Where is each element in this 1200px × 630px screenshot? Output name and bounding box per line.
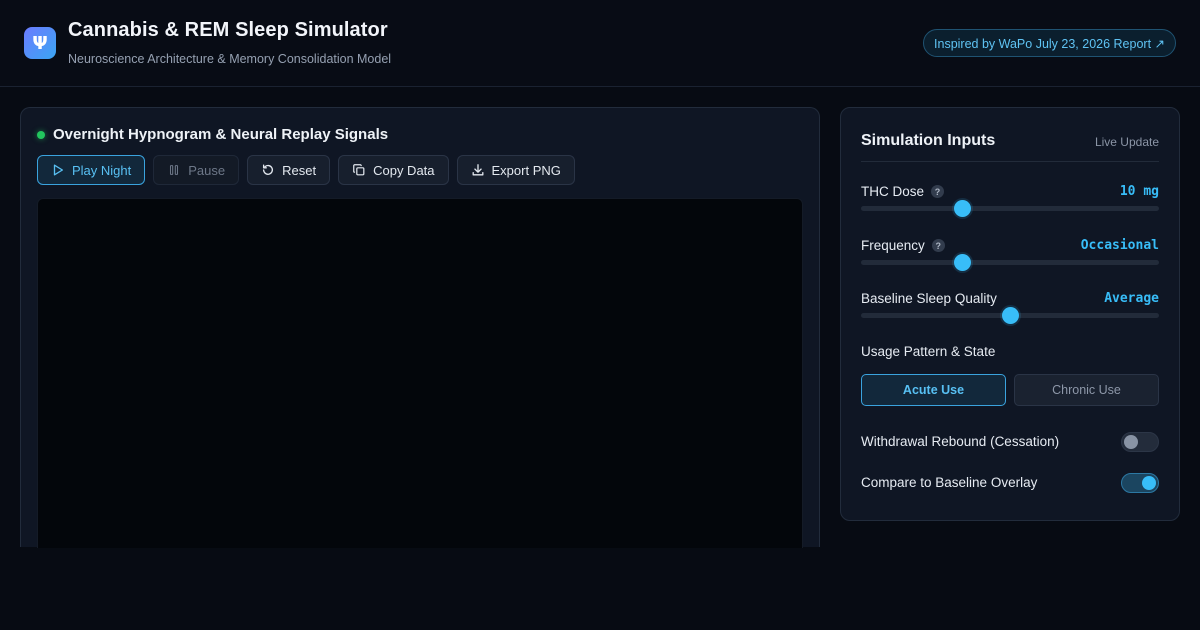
baseline-overlay-toggle-knob [1142, 476, 1156, 490]
baseline-quality-control: Baseline Sleep Quality Average [861, 291, 1159, 331]
live-update-label: Live Update [1094, 135, 1159, 149]
frequency-slider-thumb[interactable] [954, 254, 972, 271]
export-png-button[interactable]: Export PNG [456, 155, 575, 185]
pause-icon [170, 165, 179, 175]
export-png-label: Export PNG [491, 162, 561, 178]
chronic-use-button[interactable]: Chronic Use [1014, 374, 1159, 406]
baseline-quality-label-text: Baseline Sleep Quality [861, 291, 997, 306]
acute-use-button[interactable]: Acute Use [861, 374, 1006, 406]
inputs-title: Simulation Inputs [861, 132, 996, 149]
thc-dose-label: THC Dose ? [861, 184, 945, 199]
reset-icon [263, 164, 274, 175]
baseline-overlay-row: Compare to Baseline Overlay [861, 473, 1159, 494]
thc-dose-help-icon[interactable]: ? [931, 185, 945, 198]
baseline-quality-label: Baseline Sleep Quality [861, 291, 997, 306]
psi-logo-icon: Ψ [24, 27, 56, 59]
thc-dose-slider-thumb[interactable] [954, 200, 972, 217]
baseline-quality-value: Average [1104, 291, 1159, 306]
app-subtitle: Neuroscience Architecture & Memory Conso… [68, 52, 392, 66]
app-title: Cannabis & REM Sleep Simulator [68, 19, 388, 41]
withdrawal-rebound-toggle-knob [1124, 435, 1138, 449]
baseline-quality-slider[interactable] [861, 307, 1159, 324]
pause-label: Pause [188, 162, 226, 178]
play-night-button[interactable]: Play Night [37, 155, 146, 185]
thc-dose-value: 10 mg [1119, 184, 1159, 199]
frequency-help-icon[interactable]: ? [931, 239, 945, 252]
copy-icon [353, 164, 365, 176]
thc-dose-label-text: THC Dose [861, 184, 925, 199]
app-header: Ψ Cannabis & REM Sleep Simulator Neurosc… [0, 0, 1200, 87]
simulation-inputs-panel: Simulation Inputs Live Update THC Dose ?… [840, 107, 1180, 521]
baseline-overlay-toggle[interactable] [1121, 473, 1159, 493]
frequency-label-text: Frequency [861, 238, 925, 253]
reset-label: Reset [282, 162, 317, 178]
download-icon [472, 164, 483, 176]
withdrawal-rebound-label: Withdrawal Rebound (Cessation) [861, 434, 1060, 449]
play-icon [53, 164, 64, 176]
inputs-header: Simulation Inputs Live Update [861, 130, 1159, 162]
copy-data-label: Copy Data [373, 162, 435, 178]
source-link[interactable]: Inspired by WaPo July 23, 2026 Report ↗ [923, 29, 1176, 57]
hypnogram-canvas [37, 198, 803, 548]
frequency-control: Frequency ? Occasional [861, 238, 1159, 278]
copy-data-button[interactable]: Copy Data [338, 155, 449, 185]
withdrawal-rebound-row: Withdrawal Rebound (Cessation) [861, 432, 1159, 453]
withdrawal-rebound-toggle[interactable] [1121, 432, 1159, 452]
thc-dose-control: THC Dose ? 10 mg [861, 184, 1159, 224]
baseline-quality-slider-thumb[interactable] [1002, 307, 1019, 324]
play-night-label: Play Night [72, 162, 132, 178]
frequency-label: Frequency ? [861, 238, 945, 253]
playback-toolbar: Play Night Pause Reset Copy Data Export … [37, 155, 575, 185]
baseline-overlay-label: Compare to Baseline Overlay [861, 475, 1038, 490]
frequency-slider[interactable] [861, 254, 1159, 271]
reset-button[interactable]: Reset [247, 155, 331, 185]
frequency-value: Occasional [1080, 238, 1159, 253]
live-status-dot [37, 130, 45, 139]
panel-title-row: Overnight Hypnogram & Neural Replay Sign… [37, 126, 388, 143]
visualization-title: Overnight Hypnogram & Neural Replay Sign… [53, 126, 389, 143]
pause-button[interactable]: Pause [153, 155, 240, 185]
thc-dose-slider[interactable] [861, 200, 1159, 217]
usage-pattern-label: Usage Pattern & State [861, 344, 996, 359]
visualization-panel: Overnight Hypnogram & Neural Replay Sign… [20, 107, 820, 548]
